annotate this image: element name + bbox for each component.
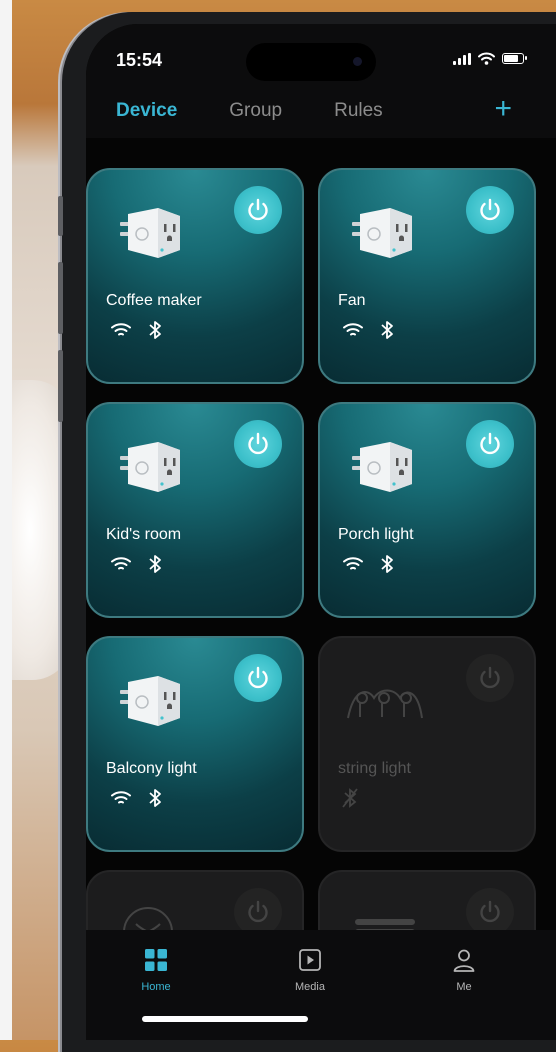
home-indicator[interactable] (142, 1016, 308, 1022)
media-play-icon (299, 949, 321, 971)
power-icon[interactable] (466, 888, 514, 936)
background-wall (0, 0, 12, 1040)
nav-media[interactable]: Media (270, 948, 350, 993)
device-card[interactable]: Kid's room (86, 402, 304, 618)
wifi-icon (110, 790, 132, 811)
connectivity-icons (342, 554, 394, 579)
device-name: Balcony light (106, 760, 197, 777)
mute-switch (58, 196, 63, 236)
power-icon[interactable] (234, 888, 282, 936)
smart-plug-icon (118, 438, 184, 499)
power-icon[interactable] (466, 420, 514, 468)
power-icon[interactable] (466, 654, 514, 702)
device-card[interactable]: Balcony light (86, 636, 304, 852)
string-light-icon (344, 678, 424, 743)
connectivity-icons (342, 788, 358, 813)
tab-rules[interactable]: Rules (334, 100, 383, 122)
connectivity-icons (110, 788, 162, 813)
smart-plug-icon (350, 204, 416, 265)
connectivity-icons (342, 320, 394, 345)
status-icons (453, 52, 527, 65)
device-name: Coffee maker (106, 292, 202, 309)
nav-media-label: Media (295, 981, 325, 993)
wifi-icon (342, 556, 364, 577)
top-tabs: Device Group Rules (116, 100, 383, 122)
device-name: Kid's room (106, 526, 182, 543)
device-name: string light (338, 760, 411, 777)
app-screen: 15:54 Device Group Rules + Coffee maker F… (86, 24, 556, 1040)
connectivity-icons (110, 320, 162, 345)
device-name: Fan (338, 292, 366, 309)
wifi-icon (110, 556, 132, 577)
camera-icon (353, 57, 362, 66)
power-icon[interactable] (234, 420, 282, 468)
bluetooth-icon (380, 320, 394, 345)
bluetooth-icon (148, 788, 162, 813)
plus-icon[interactable]: + (494, 94, 512, 124)
wifi-icon (110, 322, 132, 343)
device-card[interactable]: Coffee maker (86, 168, 304, 384)
volume-up-button (58, 262, 63, 334)
nav-me-label: Me (456, 981, 472, 993)
person-icon (453, 949, 475, 972)
status-time: 15:54 (116, 50, 163, 70)
battery-icon (502, 53, 527, 64)
power-icon[interactable] (234, 186, 282, 234)
device-card[interactable]: Porch light (318, 402, 536, 618)
bluetooth-icon (148, 554, 162, 579)
bluetooth-icon (380, 554, 394, 579)
grid-icon (145, 949, 167, 971)
tab-group[interactable]: Group (229, 100, 282, 122)
volume-down-button (58, 350, 63, 422)
device-card[interactable]: string light (318, 636, 536, 852)
connectivity-icons (110, 554, 162, 579)
device-card[interactable]: Fan (318, 168, 536, 384)
tab-device[interactable]: Device (116, 100, 177, 122)
cellular-signal-icon (453, 52, 471, 65)
power-icon[interactable] (466, 186, 514, 234)
smart-plug-icon (350, 438, 416, 499)
nav-home-label: Home (141, 981, 171, 993)
device-name: Porch light (338, 526, 414, 543)
power-icon[interactable] (234, 654, 282, 702)
bottom-nav: Home Media Me (86, 930, 556, 1040)
smart-plug-icon (118, 672, 184, 733)
bluetooth-off-icon (342, 788, 358, 813)
smart-plug-icon (118, 204, 184, 265)
nav-home[interactable]: Home (116, 948, 196, 993)
bluetooth-icon (148, 320, 162, 345)
wifi-status-icon (478, 52, 495, 65)
nav-me[interactable]: Me (424, 948, 504, 993)
dynamic-island (246, 43, 376, 81)
wifi-icon (342, 322, 364, 343)
